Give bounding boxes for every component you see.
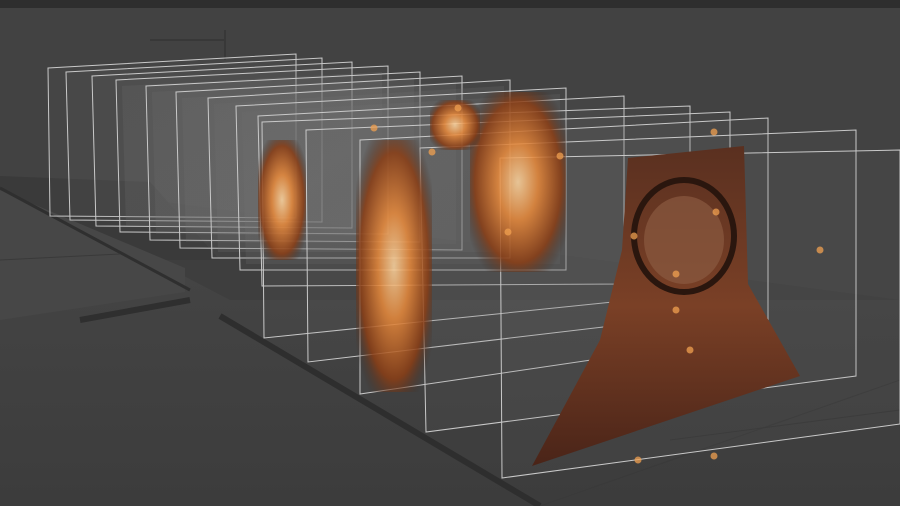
fire-layer[interactable] <box>356 140 432 392</box>
fire-layer[interactable] <box>470 92 566 272</box>
ember-particle <box>370 124 378 132</box>
ember-particle <box>710 452 718 460</box>
fire-layer[interactable] <box>258 140 306 260</box>
ember-particle <box>712 208 720 216</box>
ember-particle <box>710 128 718 136</box>
ember-particle <box>428 148 436 156</box>
ember-particle <box>672 270 680 278</box>
ember-particle <box>816 246 824 254</box>
ember-particle <box>454 104 462 112</box>
ember-particle <box>630 232 638 240</box>
subject-face <box>644 196 724 284</box>
3d-viewport[interactable] <box>0 0 900 506</box>
scene-canvas[interactable] <box>0 0 900 506</box>
ember-particle <box>504 228 512 236</box>
ember-particle <box>634 456 642 464</box>
ember-particle <box>686 346 694 354</box>
ember-particle <box>672 306 680 314</box>
viewport-top-bar <box>0 0 900 8</box>
ember-particle <box>556 152 564 160</box>
